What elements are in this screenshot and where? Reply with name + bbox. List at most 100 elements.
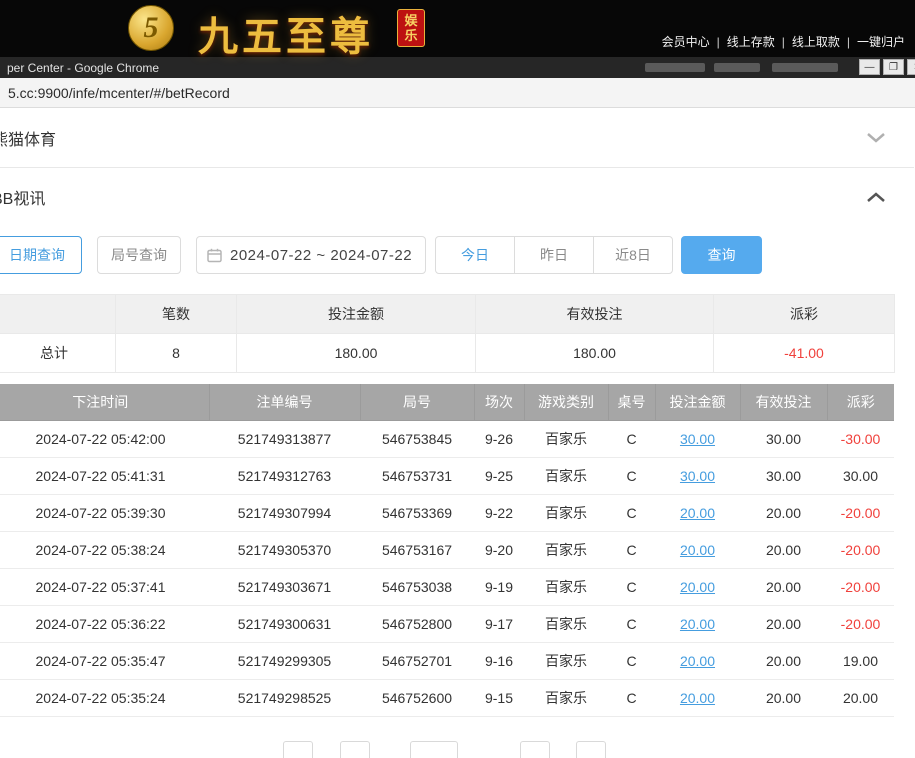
pagination-page-button[interactable] xyxy=(340,741,370,758)
quick-date-button[interactable]: 近8日 xyxy=(593,236,673,274)
cell-payout: -20.00 xyxy=(827,494,894,531)
bet-amount-link[interactable]: 20.00 xyxy=(680,505,715,521)
cell-bet-amount: 20.00 xyxy=(655,679,740,716)
cell-bet-amount: 20.00 xyxy=(655,605,740,642)
address-bar[interactable]: 5.cc:9900/infe/mcenter/#/betRecord xyxy=(0,78,915,108)
column-header-round-id: 局号 xyxy=(360,384,474,420)
pagination-bar xyxy=(0,741,914,758)
chevron-down-icon[interactable] xyxy=(866,132,886,143)
pagination-size-select[interactable] xyxy=(410,741,458,758)
banner-link[interactable]: 线上取款 xyxy=(792,35,840,49)
cell-payout: -20.00 xyxy=(827,568,894,605)
summary-total-row: 总计8180.00180.00-41.00 xyxy=(0,334,895,373)
summary-header-cell: 投注金额 xyxy=(237,295,476,334)
pagination-prev-button[interactable] xyxy=(283,741,313,758)
bet-amount-link[interactable]: 30.00 xyxy=(680,468,715,484)
pagination-page-button[interactable] xyxy=(520,741,550,758)
cell-session: 9-26 xyxy=(474,420,524,457)
cell-bet-amount: 30.00 xyxy=(655,457,740,494)
column-header-game-type: 游戏类别 xyxy=(524,384,608,420)
window-close-button[interactable]: ✕ xyxy=(907,59,915,75)
window-minimize-button[interactable]: — xyxy=(859,59,880,75)
pagination-next-button[interactable] xyxy=(576,741,606,758)
cell-bet-amount: 20.00 xyxy=(655,642,740,679)
banner-link[interactable]: 会员中心 xyxy=(662,35,710,49)
filter-toolbar: 日期查询 局号查询 2024-07-22 ~ 2024-07-22 今日昨日近8… xyxy=(0,236,914,274)
column-header-valid-bet: 有效投注 xyxy=(740,384,827,420)
cell-order-id: 521749303671 xyxy=(209,568,360,605)
brand-coin-logo: 5 xyxy=(128,5,174,51)
cell-valid-bet: 20.00 xyxy=(740,531,827,568)
summary-header-cell: 笔数 xyxy=(116,295,237,334)
banner-link[interactable]: 一键归户 xyxy=(857,35,905,49)
cell-valid-bet: 20.00 xyxy=(740,568,827,605)
window-maximize-button[interactable]: ❐ xyxy=(883,59,904,75)
cell-payout: -30.00 xyxy=(827,420,894,457)
cell-payout: -20.00 xyxy=(827,605,894,642)
cell-bet-time: 2024-07-22 05:38:24 xyxy=(0,531,209,568)
summary-header-cell xyxy=(0,295,116,334)
cell-session: 9-17 xyxy=(474,605,524,642)
summary-value-cell: 180.00 xyxy=(476,334,714,373)
cell-table-no: C xyxy=(608,679,655,716)
section-label: 熊猫体育 xyxy=(0,126,56,150)
window-title: per Center - Google Chrome xyxy=(7,61,159,75)
section-panda-sports[interactable]: 熊猫体育 xyxy=(0,108,914,168)
bet-amount-link[interactable]: 20.00 xyxy=(680,542,715,558)
bet-amount-link[interactable]: 20.00 xyxy=(680,579,715,595)
redacted-user-info xyxy=(772,63,838,72)
table-header-row: 下注时间注单编号局号场次游戏类别桌号投注金额有效投注派彩 xyxy=(0,384,894,420)
bet-record-table: 下注时间注单编号局号场次游戏类别桌号投注金额有效投注派彩 2024-07-22 … xyxy=(0,384,894,717)
chevron-up-icon[interactable] xyxy=(866,192,886,203)
cell-valid-bet: 30.00 xyxy=(740,420,827,457)
cell-round-id: 546753845 xyxy=(360,420,474,457)
cell-payout: 19.00 xyxy=(827,642,894,679)
summary-header-cell: 派彩 xyxy=(714,295,895,334)
bet-amount-link[interactable]: 20.00 xyxy=(680,616,715,632)
cell-bet-amount: 30.00 xyxy=(655,420,740,457)
cell-bet-time: 2024-07-22 05:35:24 xyxy=(0,679,209,716)
round-query-tab[interactable]: 局号查询 xyxy=(97,236,181,274)
cell-bet-time: 2024-07-22 05:37:41 xyxy=(0,568,209,605)
page-url[interactable]: 5.cc:9900/infe/mcenter/#/betRecord xyxy=(8,85,230,101)
cell-game-type: 百家乐 xyxy=(524,494,608,531)
cell-table-no: C xyxy=(608,457,655,494)
cell-valid-bet: 30.00 xyxy=(740,457,827,494)
date-query-tab[interactable]: 日期查询 xyxy=(0,236,82,274)
table-row: 2024-07-22 05:42:00521749313877546753845… xyxy=(0,420,894,457)
redacted-balance-info xyxy=(714,63,760,72)
banner-links: 会员中心|线上存款|线上取款|一键归户 xyxy=(662,33,905,50)
column-header-table-no: 桌号 xyxy=(608,384,655,420)
table-row: 2024-07-22 05:38:24521749305370546753167… xyxy=(0,531,894,568)
coin-number: 5 xyxy=(144,11,159,45)
cell-valid-bet: 20.00 xyxy=(740,605,827,642)
bet-amount-link[interactable]: 20.00 xyxy=(680,690,715,706)
cell-session: 9-15 xyxy=(474,679,524,716)
banner-link[interactable]: 线上存款 xyxy=(727,35,775,49)
cell-order-id: 521749307994 xyxy=(209,494,360,531)
summary-value-cell: 总计 xyxy=(0,334,116,373)
cell-game-type: 百家乐 xyxy=(524,568,608,605)
section-bb-video[interactable]: BB视讯 xyxy=(0,168,914,226)
summary-value-cell: 8 xyxy=(116,334,237,373)
summary-value-cell: -41.00 xyxy=(714,334,895,373)
cell-payout: 20.00 xyxy=(827,679,894,716)
window-titlebar[interactable]: per Center - Google Chrome — ❐ ✕ xyxy=(0,57,915,78)
summary-header-cell: 有效投注 xyxy=(476,295,714,334)
column-header-payout: 派彩 xyxy=(827,384,894,420)
cell-session: 9-22 xyxy=(474,494,524,531)
quick-date-button[interactable]: 今日 xyxy=(435,236,515,274)
cell-bet-time: 2024-07-22 05:39:30 xyxy=(0,494,209,531)
brand-badge: 娱乐 xyxy=(397,9,425,47)
table-row: 2024-07-22 05:35:47521749299305546752701… xyxy=(0,642,894,679)
bet-amount-link[interactable]: 30.00 xyxy=(680,431,715,447)
table-row: 2024-07-22 05:35:24521749298525546752600… xyxy=(0,679,894,716)
search-button[interactable]: 查询 xyxy=(681,236,762,274)
quick-date-button[interactable]: 昨日 xyxy=(514,236,594,274)
date-range-picker[interactable]: 2024-07-22 ~ 2024-07-22 xyxy=(196,236,426,274)
cell-game-type: 百家乐 xyxy=(524,642,608,679)
cell-round-id: 546753369 xyxy=(360,494,474,531)
bet-amount-link[interactable]: 20.00 xyxy=(680,653,715,669)
cell-bet-amount: 20.00 xyxy=(655,494,740,531)
cell-game-type: 百家乐 xyxy=(524,605,608,642)
